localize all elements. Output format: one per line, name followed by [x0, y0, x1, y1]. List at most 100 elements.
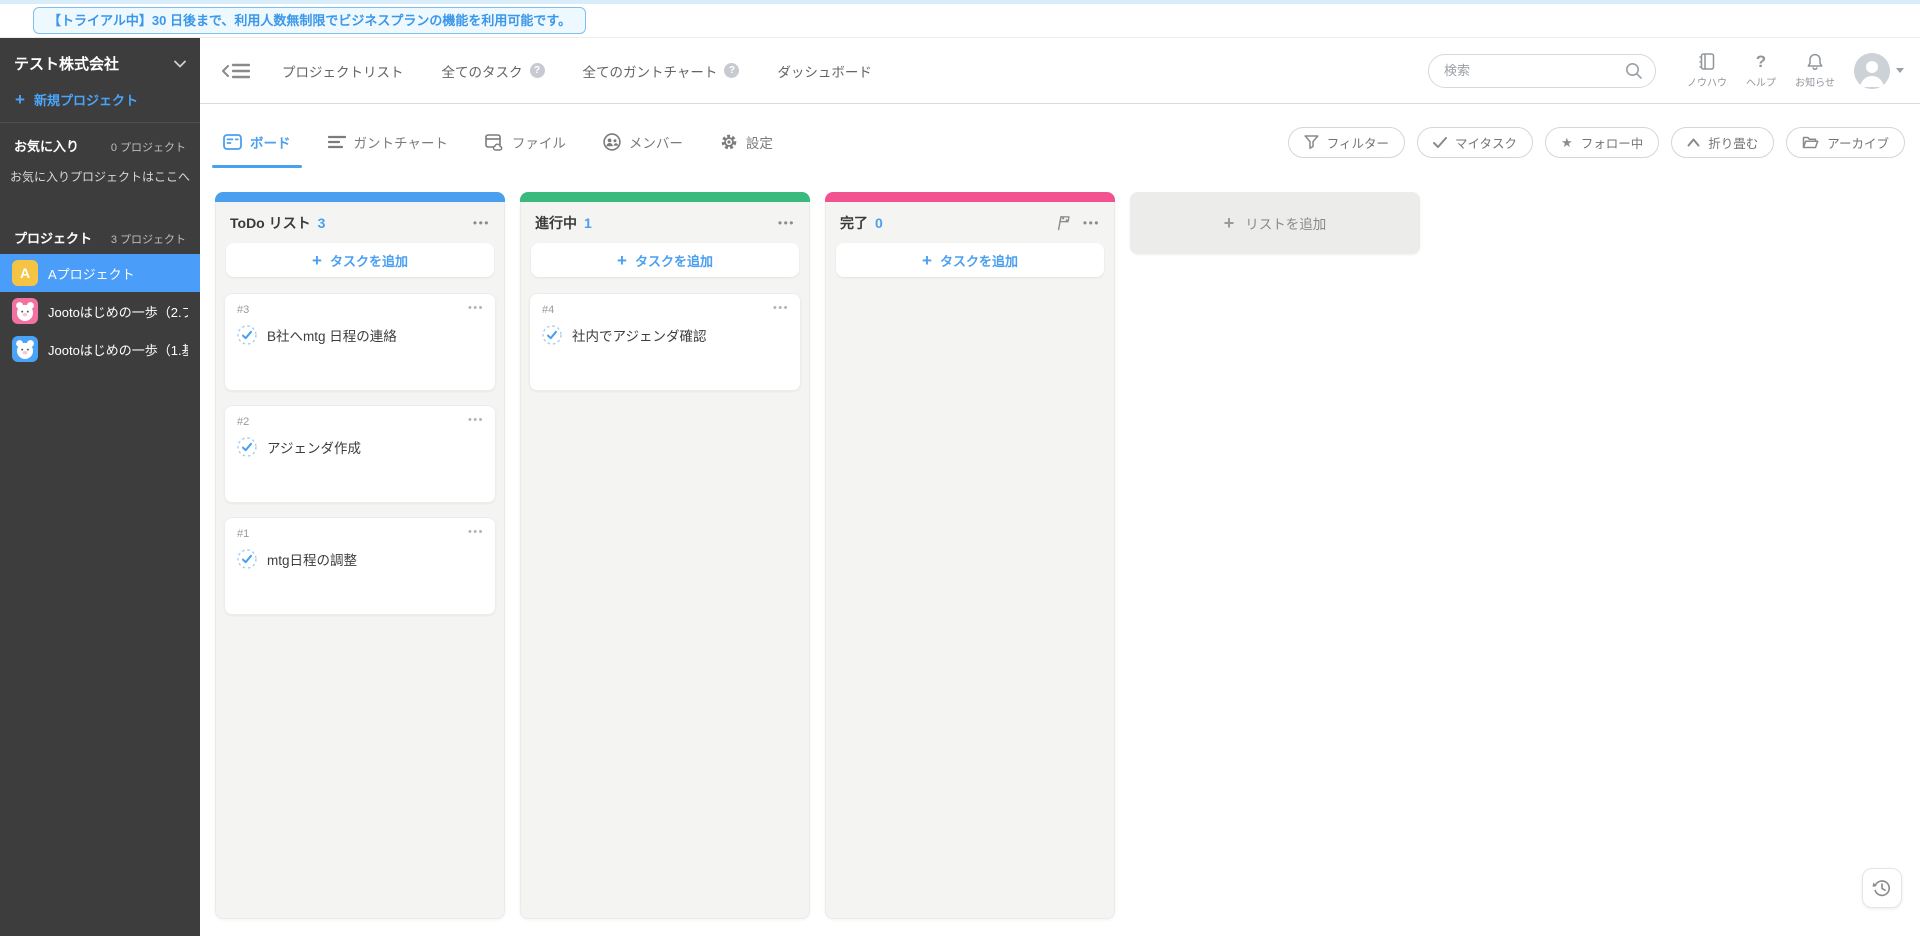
- list-task-count: 0: [875, 215, 883, 231]
- project-letter-icon: A: [12, 260, 38, 286]
- check-icon: [1433, 137, 1447, 148]
- nav-all-tasks[interactable]: 全てのタスク ?: [442, 61, 545, 81]
- plus-icon: +: [312, 252, 322, 269]
- task-title: mtg日程の調整: [267, 549, 357, 569]
- search-box: [1428, 54, 1656, 88]
- favorites-empty-note: お気に入りプロジェクトはここへ: [0, 160, 200, 215]
- help-button[interactable]: ? ヘルプ: [1734, 53, 1788, 89]
- tab-files[interactable]: ファイル: [485, 132, 566, 152]
- chevron-down-icon: [174, 60, 186, 68]
- project-list: A Aプロジェクト Jootoはじめの一歩（2.プ… Jootoはじめの一歩（1…: [0, 254, 200, 368]
- add-task-button[interactable]: + タスクを追加: [531, 243, 799, 277]
- task-card[interactable]: #4 ••• 社内でアジェンダ確認: [529, 293, 801, 391]
- sidebar-project-jooto-1[interactable]: Jootoはじめの一歩（1.基…: [0, 330, 200, 368]
- project-name: Aプロジェクト: [48, 264, 135, 283]
- tab-label: ガントチャート: [354, 132, 448, 152]
- card-menu-button[interactable]: •••: [466, 301, 486, 316]
- question-icon: ?: [1756, 53, 1766, 71]
- workspace-selector[interactable]: テスト株式会社: [0, 38, 200, 80]
- list-menu-button[interactable]: •••: [1081, 217, 1102, 229]
- list-header: ToDo リスト 3 •••: [216, 202, 504, 241]
- list-header: 完了 0 •••: [826, 202, 1114, 241]
- list-menu-button[interactable]: •••: [471, 217, 492, 229]
- project-name: Jootoはじめの一歩（1.基…: [48, 340, 188, 359]
- new-project-button[interactable]: + 新規プロジェクト: [0, 80, 200, 122]
- tab-board[interactable]: ボード: [223, 132, 291, 152]
- sidebar-project-jooto-2[interactable]: Jootoはじめの一歩（2.プ…: [0, 292, 200, 330]
- following-label: フォロー中: [1581, 133, 1644, 152]
- bear-mascot-icon: [12, 298, 38, 324]
- complete-task-checkbox[interactable]: [237, 325, 257, 345]
- check-circle-icon: [237, 325, 257, 345]
- card-menu-button[interactable]: •••: [771, 301, 791, 316]
- card-menu-button[interactable]: •••: [466, 525, 486, 540]
- bell-icon: [1806, 53, 1824, 71]
- new-project-label: 新規プロジェクト: [34, 90, 138, 109]
- nav-all-gantt[interactable]: 全てのガントチャート ?: [583, 61, 740, 81]
- check-circle-icon: [237, 437, 257, 457]
- task-card[interactable]: #1 ••• mtg日程の調整: [224, 517, 496, 615]
- nav-label: 全てのタスク: [442, 61, 523, 81]
- favorites-count: 0 プロジェクト: [111, 139, 186, 155]
- bear-mascot-icon: [12, 336, 38, 362]
- search-icon[interactable]: [1625, 62, 1643, 80]
- tab-members[interactable]: メンバー: [603, 132, 683, 152]
- nav-label: 全てのガントチャート: [583, 61, 718, 81]
- task-number: #1: [237, 528, 483, 540]
- following-button[interactable]: ★ フォロー中: [1545, 127, 1659, 158]
- task-title: B社へmtg 日程の連絡: [267, 325, 397, 345]
- add-task-button[interactable]: + タスクを追加: [226, 243, 494, 277]
- card-container: #3 ••• B社へmtg 日程の連絡 #2: [216, 284, 504, 624]
- archive-button[interactable]: アーカイブ: [1786, 127, 1905, 158]
- list-task-count: 1: [584, 215, 592, 231]
- collapse-lists-button[interactable]: 折り畳む: [1671, 127, 1774, 158]
- card-container: #4 ••• 社内でアジェンダ確認: [521, 284, 809, 400]
- complete-task-checkbox[interactable]: [542, 325, 562, 345]
- archive-folder-icon: [1802, 135, 1819, 149]
- notifications-label: お知らせ: [1795, 74, 1835, 89]
- list-title: 進行中: [535, 213, 577, 233]
- trial-banner[interactable]: 【トライアル中】30 日後まで、利用人数無制限でビジネスプランの機能を利用可能で…: [33, 7, 586, 34]
- chevron-up-icon: [1687, 138, 1700, 147]
- task-card[interactable]: #3 ••• B社へmtg 日程の連絡: [224, 293, 496, 391]
- my-tasks-button[interactable]: マイタスク: [1417, 127, 1533, 158]
- tab-label: ボード: [250, 132, 291, 152]
- notifications-button[interactable]: お知らせ: [1788, 53, 1842, 89]
- list-menu-button[interactable]: •••: [776, 217, 797, 229]
- gear-icon: [720, 133, 738, 151]
- favorites-section-header: お気に入り 0 プロジェクト: [0, 123, 200, 160]
- help-circle-icon[interactable]: ?: [724, 63, 739, 78]
- task-number: #3: [237, 304, 483, 316]
- sidebar-project-a[interactable]: A Aプロジェクト: [0, 254, 200, 292]
- filter-button[interactable]: フィルター: [1288, 127, 1405, 158]
- add-list-button[interactable]: + リストを追加: [1130, 192, 1420, 254]
- add-task-button[interactable]: + タスクを追加: [836, 243, 1104, 277]
- tab-gantt[interactable]: ガントチャート: [328, 132, 448, 152]
- projects-section-header: プロジェクト 3 プロジェクト: [0, 215, 200, 252]
- card-menu-button[interactable]: •••: [466, 413, 486, 428]
- project-name: Jootoはじめの一歩（2.プ…: [48, 302, 188, 321]
- task-number: #4: [542, 304, 788, 316]
- nav-project-list[interactable]: プロジェクトリスト: [282, 61, 404, 81]
- search-input[interactable]: [1428, 54, 1656, 88]
- card-container: [826, 284, 1114, 302]
- tab-label: メンバー: [629, 132, 683, 152]
- task-card[interactable]: #2 ••• アジェンダ作成: [224, 405, 496, 503]
- kanban-board: ToDo リスト 3 ••• + タスクを追加 #3: [200, 180, 1920, 936]
- user-menu[interactable]: [1854, 53, 1904, 89]
- knowhow-button[interactable]: ノウハウ: [1680, 53, 1734, 89]
- collapse-sidebar-button[interactable]: [220, 59, 252, 83]
- plus-icon: +: [617, 252, 627, 269]
- members-icon: [603, 133, 621, 151]
- help-circle-icon[interactable]: ?: [530, 63, 545, 78]
- board-icon: [223, 134, 242, 150]
- project-toolbar: ボード ガントチャート ファイル: [200, 104, 1920, 180]
- nav-dashboard[interactable]: ダッシュボード: [777, 61, 872, 81]
- board-filter-buttons: フィルター マイタスク ★ フォロー中 折り畳む: [1288, 127, 1905, 158]
- list-color-bar: [520, 192, 810, 202]
- history-button[interactable]: [1862, 868, 1902, 908]
- complete-task-checkbox[interactable]: [237, 549, 257, 569]
- collapse-lists-label: 折り畳む: [1708, 133, 1758, 152]
- tab-settings[interactable]: 設定: [720, 132, 773, 152]
- complete-task-checkbox[interactable]: [237, 437, 257, 457]
